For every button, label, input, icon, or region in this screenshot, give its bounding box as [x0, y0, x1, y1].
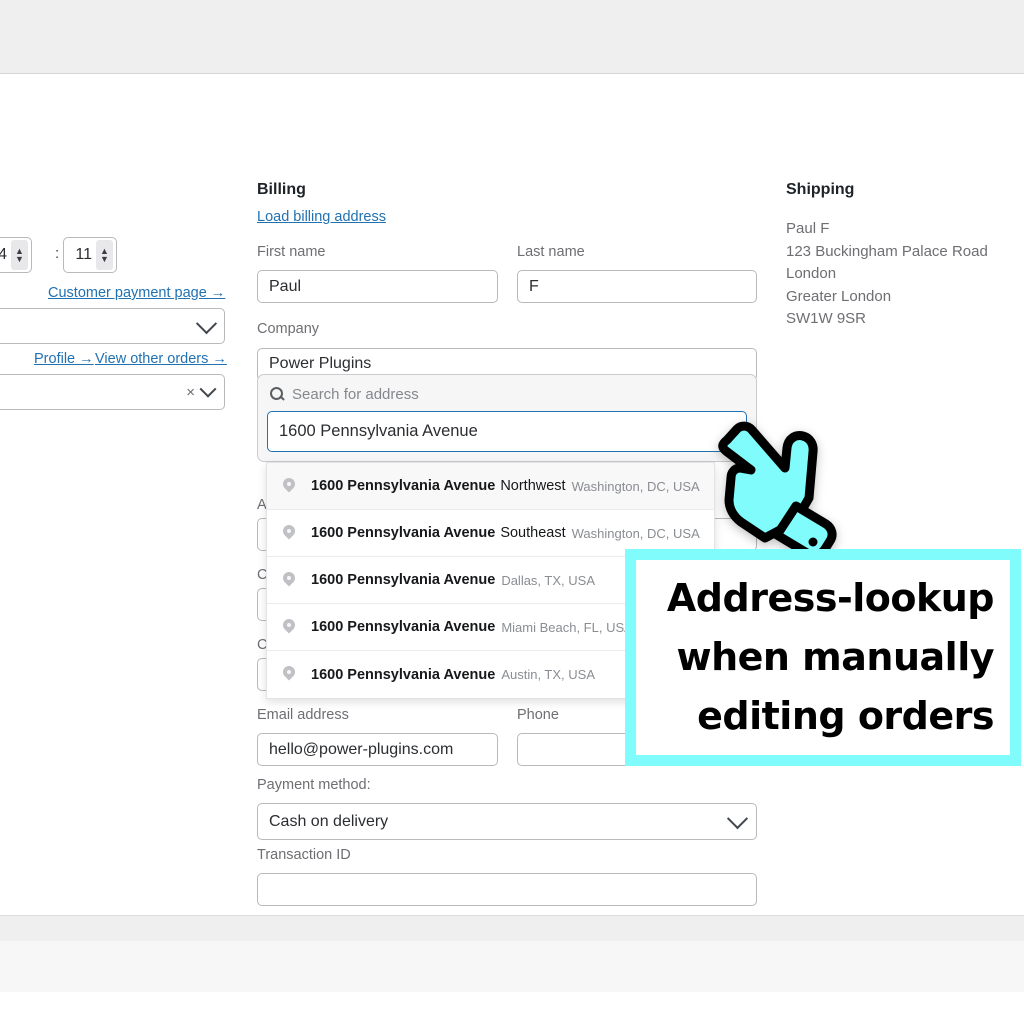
suggestion-main: 1600 Pennsylvania Avenue: [311, 619, 496, 635]
billing-title: Billing: [257, 181, 306, 198]
hour-stepper[interactable]: 14 ▲▼: [0, 237, 32, 273]
address-search-placeholder: Search for address: [292, 385, 419, 403]
shipping-line: Greater London: [786, 287, 892, 305]
map-pin-icon: [283, 572, 295, 589]
suggestion-main: 1600 Pennsylvania Avenue: [311, 478, 496, 494]
payment-method-value: Cash on delivery: [269, 812, 389, 830]
payment-method-select[interactable]: Cash on delivery: [257, 803, 757, 841]
customer-select[interactable]: ×: [0, 374, 225, 410]
hour-value: 14: [0, 246, 7, 263]
suggestion-main: 1600 Pennsylvania Avenue: [311, 572, 496, 588]
minute-stepper-arrows[interactable]: ▲ ▼: [96, 240, 113, 270]
pointing-hand-cursor: [718, 421, 837, 560]
view-other-orders-link[interactable]: View other orders →: [95, 351, 227, 367]
suggestion-sub: Miami Beach, FL, USA: [501, 619, 633, 635]
transaction-id-label: Transaction ID: [257, 847, 351, 863]
payment-method-label: Payment method:: [257, 777, 371, 793]
transaction-id-group: Transaction ID: [257, 847, 757, 907]
shipping-line: 123 Buckingham Palace Road: [786, 242, 988, 260]
bottom-chrome-bar: [0, 915, 1024, 942]
shipping-section: Shipping Paul F 123 Buckingham Palace Ro…: [786, 181, 1016, 331]
chevron-down-icon: [726, 808, 749, 830]
chevron-down-icon: [199, 380, 217, 398]
callout-line-2: when manually: [676, 635, 994, 679]
billing-section: Billing Load billing address First name …: [257, 181, 757, 381]
minute-stepper[interactable]: 11 ▲ ▼: [63, 237, 117, 273]
search-icon: [270, 386, 285, 402]
suggestion-main: 1600 Pennsylvania Avenue: [311, 666, 496, 683]
email-input[interactable]: hello@power-plugins.com: [257, 733, 498, 767]
first-name-value: Paul: [269, 277, 302, 295]
first-name-label: First name: [257, 244, 326, 260]
last-name-value: F: [529, 277, 539, 295]
last-name-label: Last name: [517, 244, 585, 260]
callout-line-3: editing orders: [697, 694, 994, 738]
address-search-header: Search for address: [267, 383, 747, 405]
map-pin-icon: [283, 478, 295, 495]
hour-stepper-arrows[interactable]: ▲ ▼: [11, 240, 28, 270]
annotation-callout: Address-lookup when manually editing ord…: [625, 549, 1021, 766]
bottom-chrome-bar-secondary: [0, 941, 1024, 992]
company-label: Company: [257, 321, 320, 338]
payment-method-group: Payment method: Cash on delivery: [257, 777, 757, 841]
address-search-query: 1600 Pennsylvania Avenue: [279, 422, 478, 440]
chevron-down-icon: [195, 312, 218, 334]
map-pin-icon: [283, 666, 295, 683]
email-label: Email address: [257, 707, 349, 723]
order-status-select[interactable]: [0, 308, 225, 344]
address-search-widget: Search for address 1600 Pennsylvania Ave…: [257, 374, 757, 462]
suggestion-mid: Northwest: [500, 478, 566, 494]
customer-payment-page-link[interactable]: Customer payment page →: [48, 285, 225, 301]
suggestion-mid: Southeast: [500, 525, 566, 541]
profile-link[interactable]: Profile →: [34, 351, 94, 367]
company-value: Power Plugins: [269, 355, 372, 373]
shipping-line: London: [786, 265, 837, 282]
clear-selection-icon[interactable]: ×: [186, 384, 195, 401]
callout-line-1: Address-lookup: [666, 576, 995, 620]
last-name-input[interactable]: F: [517, 270, 757, 304]
email-value: hello@power-plugins.com: [269, 740, 454, 758]
load-billing-address-link[interactable]: Load billing address: [257, 209, 386, 225]
address-suggestion-item[interactable]: 1600 Pennsylvania Avenue Northwest Washi…: [267, 463, 714, 510]
screenshot-root: 14 ▲▼ : 11 ▲▼ Customer payment page → Pr…: [0, 0, 1024, 1024]
suggestion-main: 1600 Pennsylvania Avenue: [311, 525, 496, 541]
shipping-line: Paul F: [786, 220, 830, 237]
minute-value: 11: [75, 246, 92, 263]
first-name-input[interactable]: Paul: [257, 270, 498, 304]
suggestion-sub: Washington, DC, USA: [571, 478, 700, 494]
suggestion-sub: Washington, DC, USA: [571, 525, 700, 541]
transaction-id-input[interactable]: [257, 873, 757, 907]
shipping-line: SW1W 9SR: [786, 310, 867, 327]
suggestion-sub: Dallas, TX, USA: [501, 572, 595, 588]
top-chrome-bar: [0, 0, 1024, 74]
map-pin-icon: [283, 525, 295, 542]
address-search-input[interactable]: 1600 Pennsylvania Avenue: [267, 411, 747, 452]
map-pin-icon: [283, 619, 295, 636]
shipping-title: Shipping: [786, 181, 855, 198]
time-separator: :: [55, 245, 60, 262]
suggestion-sub: Austin, TX, USA: [501, 667, 595, 682]
